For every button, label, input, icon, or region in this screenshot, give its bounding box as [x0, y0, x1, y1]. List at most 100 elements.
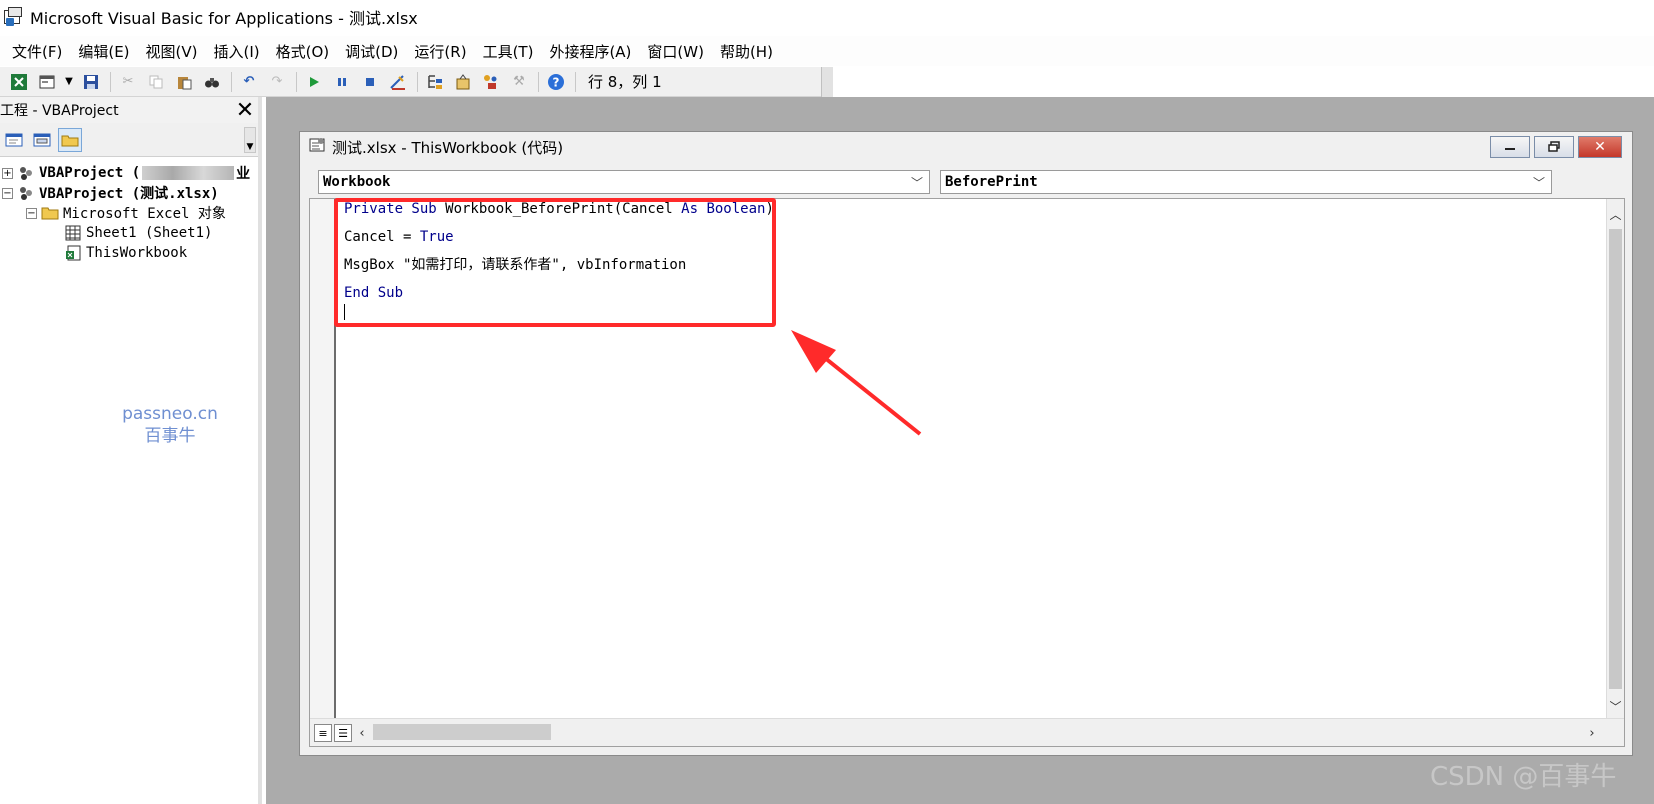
menu-bar: 文件(F) 编辑(E) 视图(V) 插入(I) 格式(O) 调试(D) 运行(R…	[0, 36, 1654, 66]
project-explorer: 工程 - VBAProject ✕ ▼ + VBAProject ( 业 − V…	[0, 97, 262, 804]
vba-app-icon	[2, 6, 24, 28]
vbaproject-icon	[17, 165, 35, 181]
dropdown-arrow-icon[interactable]: ▼	[64, 71, 74, 93]
scroll-up-icon[interactable]: ︿	[1607, 205, 1624, 223]
copy-icon[interactable]	[145, 71, 167, 93]
scroll-down-icon[interactable]: ﹀	[1607, 697, 1624, 715]
cut-icon[interactable]: ✂	[117, 71, 139, 93]
reset-icon[interactable]	[359, 71, 381, 93]
tree-label: ThisWorkbook	[86, 245, 188, 261]
help-icon[interactable]: ?	[545, 71, 567, 93]
project-explorer-title: 工程 - VBAProject	[0, 103, 119, 119]
code-window-title: 测试.xlsx - ThisWorkbook (代码)	[332, 138, 564, 157]
scroll-left-icon[interactable]: ‹	[354, 724, 370, 742]
vertical-scroll-thumb[interactable]	[1609, 229, 1622, 689]
toolbar-separator	[231, 71, 232, 92]
object-combo[interactable]: Workbook ﹀	[318, 170, 930, 194]
object-combo-value: Workbook	[323, 174, 391, 190]
run-icon[interactable]	[303, 71, 325, 93]
tree-label: VBAProject (测试.xlsx)	[39, 186, 219, 202]
tree-label: Sheet1 (Sheet1)	[86, 225, 213, 241]
save-icon[interactable]	[80, 71, 102, 93]
chevron-down-icon[interactable]: ﹀	[911, 174, 923, 191]
procedure-combo-value: BeforePrint	[945, 174, 1038, 190]
toolbar-separator	[538, 71, 539, 92]
restore-button[interactable]	[1534, 136, 1574, 158]
toolbar-separator	[296, 71, 297, 92]
menu-insert[interactable]: 插入(I)	[214, 41, 260, 62]
watermark-line2: 百事牛	[144, 426, 196, 446]
menu-view[interactable]: 视图(V)	[146, 41, 198, 62]
scroll-right-icon[interactable]: ›	[1584, 724, 1600, 742]
properties-window-icon[interactable]	[452, 71, 474, 93]
project-explorer-header: 工程 - VBAProject ✕	[0, 97, 258, 123]
insert-userform-icon[interactable]	[36, 71, 58, 93]
worksheet-icon	[64, 225, 82, 241]
indicator-margin[interactable]	[310, 199, 336, 719]
full-module-view-icon[interactable]: ☰	[334, 724, 352, 742]
project-toolbar-scroll[interactable]: ▼	[244, 127, 256, 153]
code-window-controls: ✕	[1486, 136, 1622, 158]
title-bar: Microsoft Visual Basic for Applications …	[0, 0, 1654, 34]
collapse-icon[interactable]: −	[26, 207, 37, 219]
tree-label-tail: 业	[236, 166, 251, 182]
tree-item-excel-objects[interactable]: − Microsoft Excel 对象	[26, 203, 226, 223]
window-title: Microsoft Visual Basic for Applications …	[30, 9, 418, 28]
folder-icon	[41, 205, 59, 221]
menu-file[interactable]: 文件(F)	[12, 41, 62, 62]
find-icon[interactable]	[201, 71, 223, 93]
menu-run[interactable]: 运行(R)	[414, 41, 466, 62]
redo-icon[interactable]: ↷	[266, 71, 288, 93]
toolbar-separator	[110, 71, 111, 92]
toolbar-grip[interactable]	[821, 67, 833, 97]
object-browser-icon[interactable]	[480, 71, 502, 93]
toolbar-separator	[575, 71, 576, 92]
menu-window[interactable]: 窗口(W)	[647, 41, 704, 62]
menu-tools[interactable]: 工具(T)	[483, 41, 534, 62]
break-icon[interactable]	[331, 71, 353, 93]
redacted-filename	[142, 166, 235, 180]
menu-help[interactable]: 帮助(H)	[720, 41, 773, 62]
toolbar-separator	[417, 71, 418, 92]
expand-icon[interactable]: +	[2, 167, 13, 179]
toggle-folders-icon[interactable]	[58, 127, 82, 152]
highlight-box	[334, 198, 776, 327]
menu-debug[interactable]: 调试(D)	[345, 41, 398, 62]
paste-icon[interactable]	[173, 71, 195, 93]
menu-format[interactable]: 格式(O)	[276, 41, 330, 62]
minimize-button[interactable]	[1490, 136, 1530, 158]
tree-item-vbaproject-1[interactable]: + VBAProject ( 业	[2, 163, 250, 183]
vertical-scrollbar[interactable]: ︿ ﹀	[1606, 199, 1624, 719]
project-explorer-icon[interactable]	[424, 71, 446, 93]
project-explorer-toolbar: ▼	[0, 123, 258, 157]
workbook-icon	[64, 245, 82, 261]
passneo-watermark: passneo.cn 百事牛	[115, 403, 225, 447]
vbaproject-icon	[17, 185, 35, 201]
tree-item-vbaproject-2[interactable]: − VBAProject (测试.xlsx)	[2, 183, 219, 203]
undo-icon[interactable]: ↶	[238, 71, 260, 93]
procedure-combo[interactable]: BeforePrint ﹀	[940, 170, 1552, 194]
svg-text:?: ?	[553, 75, 560, 89]
collapse-icon[interactable]: −	[2, 187, 13, 199]
horizontal-scroll-thumb[interactable]	[373, 724, 551, 740]
excel-view-icon[interactable]	[8, 71, 30, 93]
tree-item-thisworkbook[interactable]: ThisWorkbook	[64, 243, 187, 263]
tree-label: VBAProject (	[39, 165, 141, 181]
menu-edit[interactable]: 编辑(E)	[78, 41, 129, 62]
design-mode-icon[interactable]	[387, 71, 409, 93]
menu-addins[interactable]: 外接程序(A)	[549, 41, 631, 62]
watermark-line1: passneo.cn	[122, 404, 218, 424]
code-window-icon	[308, 136, 326, 158]
tree-item-sheet1[interactable]: Sheet1 (Sheet1)	[64, 223, 212, 243]
close-project-explorer-button[interactable]: ✕	[234, 98, 256, 123]
view-object-icon[interactable]	[30, 128, 54, 152]
tree-label: Microsoft Excel 对象	[63, 206, 226, 222]
horizontal-bar: ≡ ☰ ‹ ›	[310, 718, 1624, 746]
toolbox-icon[interactable]: ⚒	[508, 71, 530, 93]
view-code-icon[interactable]	[2, 128, 26, 152]
chevron-down-icon[interactable]: ﹀	[1533, 174, 1545, 191]
close-code-window-button[interactable]: ✕	[1578, 136, 1622, 158]
csdn-credit: CSDN @百事牛	[1430, 762, 1617, 792]
procedure-view-icon[interactable]: ≡	[314, 724, 332, 742]
standard-toolbar: ▼ ✂ ↶ ↷ ⚒ ? 行 8，列 1	[0, 67, 833, 97]
